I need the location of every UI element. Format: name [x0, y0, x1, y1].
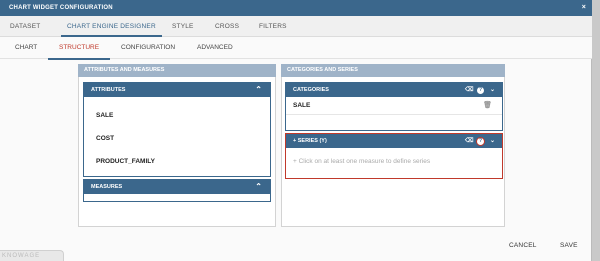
category-label: SALE: [293, 102, 311, 109]
save-button[interactable]: SAVE: [560, 242, 578, 249]
tab-advanced[interactable]: ADVANCED: [197, 37, 233, 59]
dialog-title: CHART WIDGET CONFIGURATION: [9, 5, 113, 11]
eraser-icon[interactable]: ⌫: [465, 87, 473, 94]
categories-panel-title: CATEGORIES: [293, 87, 329, 93]
primary-tabs: DATASET CHART ENGINE DESIGNER STYLE CROS…: [0, 16, 592, 37]
chevron-up-icon[interactable]: ⌃: [255, 83, 262, 97]
tab-structure[interactable]: STRUCTURE: [47, 37, 111, 60]
tab-chart[interactable]: CHART: [15, 37, 37, 59]
attribute-item-sale[interactable]: SALE: [96, 112, 113, 119]
cancel-button[interactable]: CANCEL: [509, 242, 537, 249]
attributes-panel-title: ATTRIBUTES: [91, 87, 126, 93]
measures-panel: MEASURES ⌃: [83, 179, 271, 202]
tab-chart-engine-designer[interactable]: CHART ENGINE DESIGNER: [61, 16, 162, 37]
attributes-panel-header[interactable]: ATTRIBUTES ⌃: [84, 83, 270, 97]
categories-series-column: CATEGORIES ⌫ ? ⌄ SALE 🗑 + SERIES (Y) ⌫ ?…: [281, 77, 505, 227]
dialog-title-bar: CHART WIDGET CONFIGURATION ×: [0, 0, 592, 16]
categories-panel: CATEGORIES ⌫ ? ⌄ SALE 🗑: [285, 82, 503, 131]
help-icon[interactable]: ?: [477, 137, 484, 145]
tab-cross[interactable]: CROSS: [215, 16, 239, 37]
attributes-measures-header: ATTRIBUTES AND MEASURES: [78, 64, 276, 77]
trash-icon[interactable]: 🗑: [483, 97, 492, 115]
tab-filters[interactable]: FILTERS: [259, 16, 287, 37]
eraser-icon[interactable]: ⌫: [465, 138, 473, 145]
attributes-measures-column: ATTRIBUTES ⌃ SALE COST PRODUCT_FAMILY ME…: [78, 77, 276, 227]
chevron-down-icon[interactable]: ⌄: [489, 87, 496, 94]
series-panel: + SERIES (Y) ⌫ ? ⌄ + Click on at least o…: [285, 133, 503, 179]
add-series-button[interactable]: + SERIES (Y): [293, 138, 327, 144]
chart-widget-dialog: CHART WIDGET CONFIGURATION × DATASET CHA…: [0, 0, 592, 261]
tab-dataset[interactable]: DATASET: [10, 16, 40, 37]
categories-panel-header: CATEGORIES ⌫ ? ⌄: [286, 83, 502, 97]
attribute-item-product-family[interactable]: PRODUCT_FAMILY: [96, 158, 155, 165]
measures-panel-header[interactable]: MEASURES ⌃: [84, 180, 270, 194]
close-icon[interactable]: ×: [582, 0, 586, 16]
help-icon[interactable]: ?: [477, 86, 484, 94]
tab-style[interactable]: STYLE: [172, 16, 194, 37]
series-empty-message: + Click on at least one measure to defin…: [293, 158, 431, 165]
chevron-up-icon[interactable]: ⌃: [255, 180, 262, 194]
knowage-watermark: KNOWAGE: [0, 250, 64, 261]
secondary-tabs: CHART STRUCTURE CONFIGURATION ADVANCED: [0, 37, 592, 60]
attributes-panel: ATTRIBUTES ⌃ SALE COST PRODUCT_FAMILY: [83, 82, 271, 177]
attribute-item-cost[interactable]: COST: [96, 135, 114, 142]
categories-series-header: CATEGORIES AND SERIES: [281, 64, 505, 77]
measures-panel-title: MEASURES: [91, 184, 123, 190]
tab-configuration[interactable]: CONFIGURATION: [121, 37, 175, 59]
series-panel-header: + SERIES (Y) ⌫ ? ⌄: [286, 134, 502, 148]
chevron-down-icon[interactable]: ⌄: [489, 138, 496, 145]
category-item: SALE 🗑: [286, 97, 502, 115]
